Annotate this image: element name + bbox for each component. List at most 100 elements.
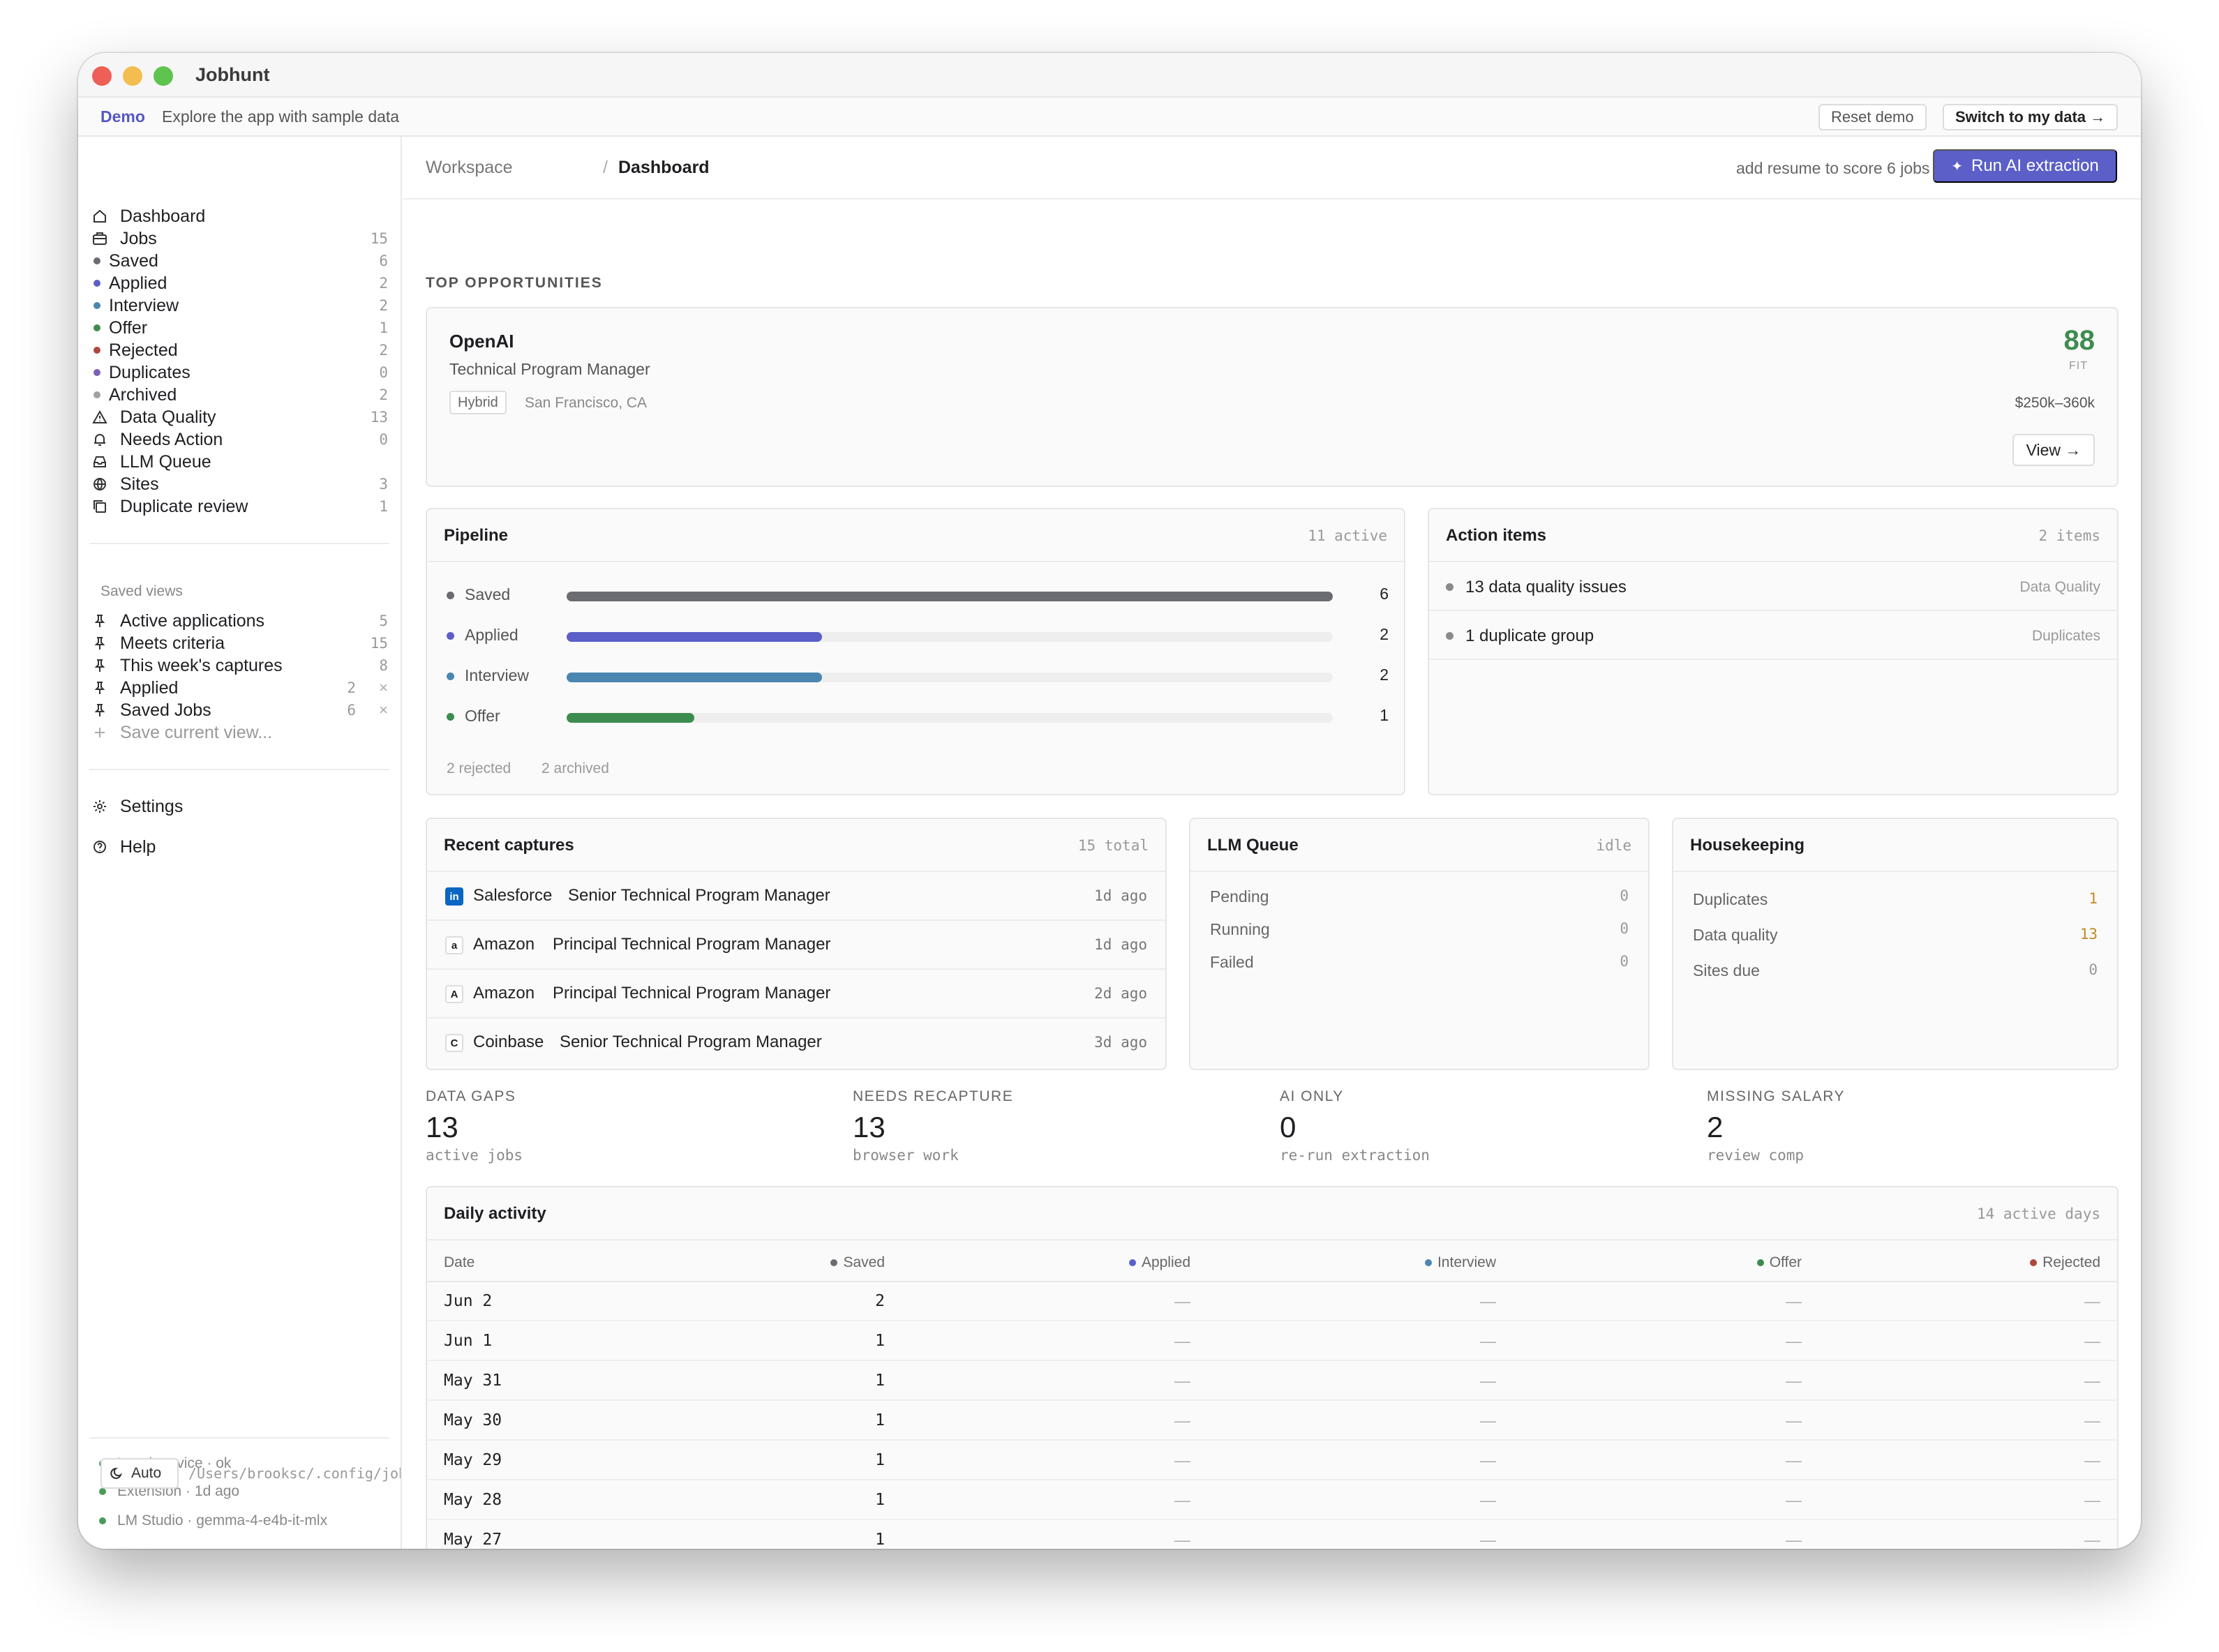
breadcrumb-workspace[interactable]: Workspace [426,158,513,178]
llm-queue-card: LLM Queue idle Pending 0 Running 0 Faile… [1189,818,1650,1070]
company-initial-icon: C [445,1034,463,1052]
table-row[interactable]: May 30 1 — — — — [427,1402,2117,1441]
sidebar-item-dashboard[interactable]: Dashboard [91,205,388,227]
capture-age: 1d ago [1094,936,1147,953]
table-row[interactable]: May 28 1 — — — — [427,1481,2117,1520]
table-row[interactable]: May 31 1 — — — — [427,1362,2117,1401]
capture-row[interactable]: a Amazon Principal Technical Program Man… [427,921,1165,970]
capture-title: Principal Technical Program Manager [553,984,831,1003]
stat-subtitle: active jobs [426,1147,523,1164]
stat-needs-recapture[interactable]: NEEDS RECAPTURE 13 browser work [853,1088,1243,1164]
stat-missing-salary[interactable]: MISSING SALARY 2 review comp [1707,1088,2098,1164]
table-row[interactable]: Jun 2 2 — — — — [427,1282,2117,1321]
sidebar-item-data-quality[interactable]: Data Quality 13 [91,406,388,428]
pipeline-row[interactable]: Applied 2 [447,625,1389,646]
save-current-view-label: Save current view... [120,722,273,742]
action-item[interactable]: 13 data quality issues Data Quality [1429,562,2117,611]
table-row[interactable]: Jun 1 1 — — — — [427,1322,2117,1361]
saved-view-item[interactable]: Active applications 5 [91,610,388,632]
fit-label: FIT [2069,360,2088,372]
table-row[interactable]: May 27 1 — — — — [427,1521,2117,1549]
sidebar-item-llm-queue[interactable]: LLM Queue [91,451,388,473]
table-row[interactable]: May 29 1 — — — — [427,1441,2117,1480]
sidebar-item-jobs[interactable]: Jobs 15 [91,227,388,250]
sidebar-item-count: 1 [379,498,388,515]
sidebar-item-count: 13 [370,409,388,426]
title-bar: Jobhunt [78,53,2141,98]
housekeeping-row[interactable]: Data quality 13 [1693,926,2098,947]
stat-label: NEEDS RECAPTURE [853,1088,1014,1104]
sidebar-item-label: Settings [120,796,184,816]
sparkle-icon: ✦ [1951,158,1963,174]
cell-interview: — [1480,1372,1496,1390]
close-window-button[interactable] [92,66,112,86]
sidebar-item-rejected[interactable]: Rejected 2 [91,339,388,361]
saved-view-item[interactable]: Saved Jobs 6 × [91,699,388,721]
sidebar-item-label: Saved [109,250,158,271]
saved-view-label: Active applications [120,610,265,631]
sidebar-item-duplicates[interactable]: Duplicates 0 [91,361,388,384]
stat-ai-only[interactable]: AI ONLY 0 re-run extraction [1280,1088,1671,1164]
cell-applied: — [1174,1411,1190,1429]
pipeline-row[interactable]: Saved 6 [447,585,1389,606]
archived-count-link[interactable]: 2 archived [541,760,609,777]
capture-row[interactable]: A Amazon Principal Technical Program Man… [427,970,1165,1019]
theme-label: Auto [131,1465,162,1481]
pipeline-label: Applied [465,626,518,644]
sidebar-item-label: Needs Action [120,429,223,449]
pipeline-row[interactable]: Offer 1 [447,706,1389,727]
sidebar-item-label: Duplicate review [120,496,248,516]
view-opportunity-button[interactable]: View → [2012,434,2095,466]
sidebar-item-label: Rejected [109,340,178,360]
moon-icon [110,1466,124,1480]
sidebar-item-applied[interactable]: Applied 2 [91,272,388,294]
cell-interview: — [1480,1411,1496,1429]
opportunity-card[interactable]: OpenAI Technical Program Manager Hybrid … [426,307,2119,487]
housekeeping-value: 13 [2079,926,2098,943]
capture-row[interactable]: in Salesforce Senior Technical Program M… [427,872,1165,921]
saved-view-item[interactable]: Applied 2 × [91,677,388,699]
sidebar-item-offer[interactable]: Offer 1 [91,317,388,339]
opportunity-company: OpenAI [449,331,514,352]
sidebar-item-archived[interactable]: Archived 2 [91,384,388,406]
saved-view-item[interactable]: This week's captures 8 [91,654,388,677]
run-ai-extraction-button[interactable]: ✦ Run AI extraction [1933,149,2117,183]
switch-to-my-data-button[interactable]: Switch to my data → [1943,104,2119,130]
card-meta: 11 active [1308,527,1387,544]
saved-view-item[interactable]: Meets criteria 15 [91,632,388,654]
saved-view-label: Saved Jobs [120,700,211,720]
action-item[interactable]: 1 duplicate group Duplicates [1429,611,2117,660]
reset-demo-button[interactable]: Reset demo [1818,104,1927,130]
sidebar-item-settings[interactable]: Settings [91,795,388,818]
rejected-count-link[interactable]: 2 rejected [447,760,511,777]
theme-toggle-button[interactable]: Auto [100,1458,179,1489]
cell-applied: — [1174,1531,1190,1549]
top-opportunities-heading: TOP OPPORTUNITIES [426,275,603,291]
sidebar-item-label: Jobs [120,228,157,248]
sidebar-item-help[interactable]: Help [91,836,388,858]
sidebar-item-interview[interactable]: Interview 2 [91,294,388,317]
sidebar-item-needs-action[interactable]: Needs Action 0 [91,428,388,451]
status-dot [447,592,454,599]
remove-saved-view-button[interactable]: × [379,679,388,697]
pipeline-row[interactable]: Interview 2 [447,666,1389,686]
housekeeping-row[interactable]: Duplicates 1 [1693,890,2098,911]
cell-offer: — [1786,1531,1802,1549]
sidebar-item-duplicate-review[interactable]: Duplicate review 1 [91,495,388,518]
save-current-view-button[interactable]: Save current view... [91,721,388,744]
sidebar-item-sites[interactable]: Sites 3 [91,473,388,495]
stat-data-gaps[interactable]: DATA GAPS 13 active jobs [426,1088,816,1164]
minimize-window-button[interactable] [123,66,142,86]
capture-row[interactable]: C Coinbase Senior Technical Program Mana… [427,1019,1165,1067]
remove-saved-view-button[interactable]: × [379,701,388,719]
pin-icon [91,656,109,675]
housekeeping-row[interactable]: Sites due 0 [1693,961,2098,982]
status-dot [447,632,454,640]
saved-views-heading: Saved views [100,583,183,599]
status-dot [1128,1259,1136,1266]
stat-label: MISSING SALARY [1707,1088,1846,1104]
zoom-window-button[interactable] [154,66,173,86]
sidebar-item-saved[interactable]: Saved 6 [91,250,388,272]
cell-saved: 1 [875,1451,885,1469]
sidebar-item-label: Sites [120,474,159,494]
